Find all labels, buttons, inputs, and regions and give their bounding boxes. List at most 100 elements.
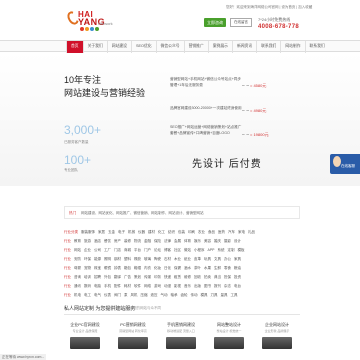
industry-link[interactable]: 博客	[164, 248, 171, 256]
industry-link[interactable]: 房产	[114, 239, 121, 247]
industry-link[interactable]: 能源	[94, 257, 101, 265]
industry-link[interactable]: 平台	[134, 248, 141, 256]
industry-link[interactable]: 食品	[208, 230, 215, 238]
industry-link[interactable]: 招聘	[94, 275, 101, 283]
industry-link[interactable]: 典当	[214, 275, 221, 283]
industry-link[interactable]: 配件	[114, 284, 121, 292]
industry-link[interactable]: 生鲜	[214, 266, 221, 274]
industry-link[interactable]: 娱乐	[194, 239, 201, 247]
industry-link[interactable]: 体育	[184, 239, 191, 247]
industry-link[interactable]: 化妆	[154, 266, 161, 274]
industry-link[interactable]: 租赁	[174, 275, 181, 283]
industry-link[interactable]: 齿轮	[181, 293, 188, 301]
industry-link[interactable]: 金融	[144, 239, 151, 247]
industry-link[interactable]: 传媒	[144, 275, 151, 283]
service-card[interactable]: PC营销网建设 营销型网站 转化率高	[112, 322, 154, 352]
industry-link[interactable]: 培训	[84, 275, 91, 283]
industry-link[interactable]: 化工	[158, 230, 165, 238]
industry-link[interactable]: 家居	[98, 230, 105, 238]
industry-link[interactable]: 包装	[178, 230, 185, 238]
industry-link[interactable]: APP	[208, 248, 215, 256]
industry-link[interactable]: 餐饮	[104, 239, 111, 247]
industry-link[interactable]: 策划	[134, 275, 141, 283]
industry-link[interactable]: 照明	[104, 257, 111, 265]
industry-link[interactable]: 珠宝	[94, 266, 101, 274]
nav-item-marketing[interactable]: 营销推广	[183, 41, 208, 53]
nav-item-about[interactable]: 关于我们	[82, 41, 107, 53]
industry-link[interactable]: 宠物	[84, 266, 91, 274]
industry-link[interactable]: 装修	[124, 239, 131, 247]
industry-link[interactable]: 保健	[174, 266, 181, 274]
nav-item-news[interactable]: 新闻资讯	[231, 41, 256, 53]
industry-link[interactable]: 刀具	[211, 293, 218, 301]
industry-link[interactable]: 回收	[194, 275, 201, 283]
industry-link[interactable]: 酒店	[94, 239, 101, 247]
industry-link[interactable]: 软件	[134, 284, 141, 292]
industry-link[interactable]: 美容	[204, 239, 211, 247]
industry-link[interactable]: 阀门	[114, 293, 121, 301]
industry-link[interactable]: 轴承	[171, 293, 178, 301]
industry-link[interactable]: 出版	[194, 284, 201, 292]
industry-link[interactable]: 印刷	[188, 230, 195, 238]
industry-link[interactable]: 机电	[74, 293, 81, 301]
industry-link[interactable]: 教育	[74, 239, 81, 247]
industry-link[interactable]: 耗材	[124, 284, 131, 292]
industry-link[interactable]: 眼镜	[104, 266, 111, 274]
company-logo[interactable]: HAI YANG Network	[65, 9, 113, 35]
service-card[interactable]: 企业网站设计 企业形象 品牌展示	[256, 322, 298, 352]
industry-link[interactable]: 报刊	[214, 284, 221, 292]
industry-link[interactable]: 担保	[224, 275, 231, 283]
industry-link[interactable]: 网络	[144, 284, 151, 292]
industry-link[interactable]: 模板	[238, 248, 245, 256]
industry-link[interactable]: 门户	[144, 248, 151, 256]
industry-link[interactable]: 社区	[174, 248, 181, 256]
industry-link[interactable]: 维修	[184, 275, 191, 283]
industry-link[interactable]: 电脑	[94, 284, 101, 292]
industry-link[interactable]: 箱包	[124, 266, 131, 274]
industry-link[interactable]: 安防	[74, 257, 81, 265]
industry-link[interactable]: 鞋帽	[134, 266, 141, 274]
industry-link[interactable]: 五金	[108, 230, 115, 238]
industry-link[interactable]: 仪表	[104, 293, 111, 301]
industry-link[interactable]: 泵	[124, 293, 128, 301]
industry-link[interactable]: 设计	[234, 239, 241, 247]
hot-search-keywords[interactable]: 网站建设、网站优化、网站推广、微信营销、网站制作、网站设计、营销型网站	[81, 211, 204, 216]
industry-link[interactable]: 玻璃	[144, 257, 151, 265]
industry-link[interactable]: 母婴	[74, 266, 81, 274]
industry-link[interactable]: 手机	[104, 284, 111, 292]
service-card[interactable]: 网站整站设计 整站设计 视觉统一	[208, 322, 250, 352]
industry-link[interactable]: 小程序	[194, 248, 205, 256]
nav-item-make[interactable]: 网站制作	[280, 41, 304, 53]
industry-link[interactable]: 咨询	[74, 275, 81, 283]
nav-item-contact-2[interactable]: 联系我们	[304, 41, 329, 53]
industry-link[interactable]: 木业	[174, 257, 181, 265]
industry-link[interactable]: 酒水	[184, 266, 191, 274]
industry-link[interactable]: 快递	[164, 275, 171, 283]
consult-button[interactable]: 立即咨询	[204, 18, 226, 27]
industry-link[interactable]: 论坛	[154, 248, 161, 256]
industry-link[interactable]: 环保	[84, 257, 91, 265]
industry-link[interactable]: 图书	[204, 284, 211, 292]
industry-link[interactable]: 保险	[154, 239, 161, 247]
industry-link[interactable]: 印务	[154, 275, 161, 283]
nav-item-home[interactable]: 首页	[66, 41, 83, 53]
industry-link[interactable]: 数码	[84, 284, 91, 292]
industry-link[interactable]: 服装服饰	[81, 230, 95, 238]
industry-link[interactable]: 门店	[114, 248, 121, 256]
industry-link[interactable]: 水果	[204, 266, 211, 274]
industry-link[interactable]: 日化	[164, 266, 171, 274]
industry-link[interactable]: 家电	[238, 230, 245, 238]
industry-link[interactable]: 内衣	[144, 266, 151, 274]
industry-link[interactable]: 拍卖	[204, 275, 211, 283]
industry-link[interactable]: 气动	[161, 293, 168, 301]
industry-link[interactable]: 电台	[234, 284, 241, 292]
service-card[interactable]: 手机营销网建设 移动端适配 流量入口	[160, 322, 202, 352]
industry-link[interactable]: 网站	[74, 248, 81, 256]
industry-link[interactable]: 翻译	[114, 275, 121, 283]
nav-item-contact[interactable]: 联系我们	[256, 41, 280, 53]
industry-link[interactable]: 液压	[151, 293, 158, 301]
nav-item-website[interactable]: 网站建设	[106, 41, 131, 53]
industry-link[interactable]: 皮革	[194, 257, 201, 265]
industry-link[interactable]: 旅游	[84, 239, 91, 247]
industry-link[interactable]: 婚庆	[214, 239, 221, 247]
